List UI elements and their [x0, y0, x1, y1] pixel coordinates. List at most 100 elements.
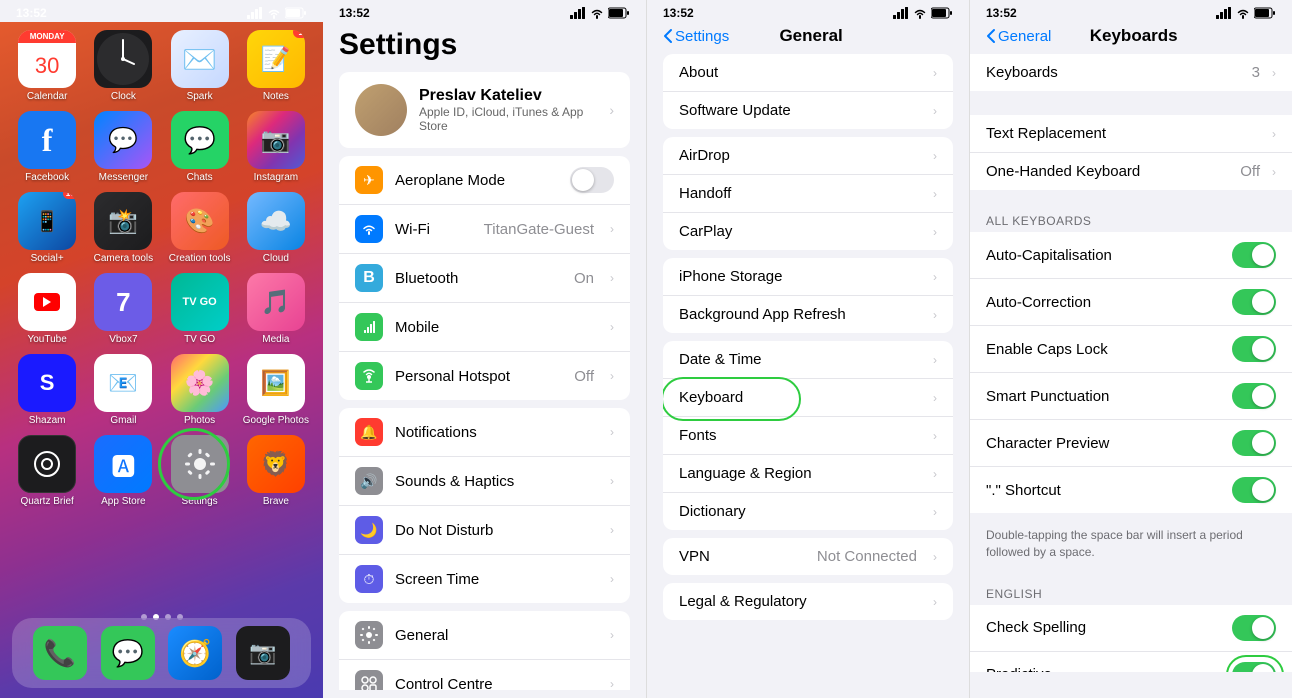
row-handoff[interactable]: Handoff › [663, 175, 953, 213]
row-general[interactable]: General › [339, 611, 630, 660]
app-gmail[interactable]: 📧 Gmail [88, 354, 158, 427]
app-youtube-label: YouTube [27, 334, 66, 346]
all-keyboards-header: ALL KEYBOARDS [970, 198, 1292, 232]
app-photos[interactable]: 🌸 Photos [165, 354, 235, 427]
app-youtube[interactable]: YouTube [12, 273, 82, 346]
aeroplane-toggle[interactable] [570, 167, 614, 193]
app-tvgo[interactable]: TV GO TV GO [165, 273, 235, 346]
dock-messages[interactable]: 💬 [101, 626, 155, 680]
dock-safari[interactable]: 🧭 [168, 626, 222, 680]
general-section-1: About › Software Update › [663, 54, 953, 129]
row-carplay[interactable]: CarPlay › [663, 213, 953, 250]
app-socialplus[interactable]: 📱 167 Social+ [12, 192, 82, 265]
row-smart-punct[interactable]: Smart Punctuation [970, 373, 1292, 420]
row-check-spelling[interactable]: Check Spelling [970, 605, 1292, 652]
row-bluetooth[interactable]: B Bluetooth On › [339, 254, 630, 303]
english-section: Check Spelling Predictive Slide to Type … [970, 605, 1292, 672]
keyboards-status-icons [1216, 7, 1276, 19]
wifi-icon-2 [590, 7, 604, 19]
app-clock[interactable]: Clock [88, 30, 158, 103]
period-shortcut-toggle[interactable] [1232, 477, 1276, 503]
row-aeroplane[interactable]: ✈ Aeroplane Mode [339, 156, 630, 205]
row-wifi-chevron: › [610, 222, 614, 236]
row-auto-cap[interactable]: Auto-Capitalisation [970, 232, 1292, 279]
keyboards-back-button[interactable]: General [986, 28, 1051, 45]
app-vbox7[interactable]: 7 Vbox7 [88, 273, 158, 346]
app-notes[interactable]: 📝 1 Notes [241, 30, 311, 103]
row-dnd[interactable]: 🌙 Do Not Disturb › [339, 506, 630, 555]
keyboard-label: Keyboard [679, 389, 921, 406]
row-iphone-storage[interactable]: iPhone Storage › [663, 258, 953, 296]
app-chats[interactable]: 💬 Chats [165, 111, 235, 184]
row-fonts[interactable]: Fonts › [663, 417, 953, 455]
app-shazam[interactable]: S Shazam [12, 354, 82, 427]
app-instagram-label: Instagram [254, 172, 298, 184]
char-preview-toggle[interactable] [1232, 430, 1276, 456]
iphone-storage-label: iPhone Storage [679, 268, 921, 285]
row-period-shortcut[interactable]: "." Shortcut [970, 467, 1292, 513]
row-sounds[interactable]: 🔊 Sounds & Haptics › [339, 457, 630, 506]
app-shazam-label: Shazam [29, 415, 66, 427]
settings-profile-row[interactable]: Preslav Kateliev Apple ID, iCloud, iTune… [339, 72, 630, 148]
row-keyboards-count[interactable]: Keyboards 3 › [970, 54, 1292, 91]
row-caps-lock[interactable]: Enable Caps Lock [970, 326, 1292, 373]
predictive-toggle[interactable] [1232, 662, 1276, 672]
row-char-preview[interactable]: Character Preview [970, 420, 1292, 467]
row-predictive[interactable]: Predictive [970, 652, 1292, 672]
row-software-update[interactable]: Software Update › [663, 92, 953, 129]
row-language-region[interactable]: Language & Region › [663, 455, 953, 493]
row-auto-correct[interactable]: Auto-Correction [970, 279, 1292, 326]
row-wifi-value: TitanGate-Guest [484, 221, 594, 238]
app-settings-home[interactable]: Settings [165, 435, 235, 508]
app-facebook[interactable]: f Facebook [12, 111, 82, 184]
settings-section-3: General › Control Centre › Display & Bri… [339, 611, 630, 690]
app-creation[interactable]: 🎨 Creation tools [165, 192, 235, 265]
general-back-button[interactable]: Settings [663, 28, 729, 45]
dock-camera[interactable]: 📷 [236, 626, 290, 680]
vpn-value: Not Connected [817, 548, 917, 565]
row-vpn[interactable]: VPN Not Connected › [663, 538, 953, 575]
app-cameratools-label: Camera tools [94, 253, 153, 265]
row-bluetooth-label: Bluetooth [395, 270, 562, 287]
app-calendar[interactable]: MONDAY 30 Calendar [12, 30, 82, 103]
app-messenger[interactable]: 💬 Messenger [88, 111, 158, 184]
hotspot-icon [355, 362, 383, 390]
row-airdrop[interactable]: AirDrop › [663, 137, 953, 175]
app-appstore[interactable]: 🅰 App Store [88, 435, 158, 508]
app-quartzbrief[interactable]: Quartz Brief [12, 435, 82, 508]
row-dictionary[interactable]: Dictionary › [663, 493, 953, 530]
one-handed-value: Off [1240, 163, 1260, 180]
app-brave[interactable]: 🦁 Brave [241, 435, 311, 508]
caps-lock-label: Enable Caps Lock [986, 341, 1224, 358]
app-cameratools[interactable]: 📸 Camera tools [88, 192, 158, 265]
row-mobile-chevron: › [610, 320, 614, 334]
app-instagram[interactable]: 📷 Instagram [241, 111, 311, 184]
row-screentime[interactable]: ⏱ Screen Time › [339, 555, 630, 603]
app-cloud[interactable]: ☁️ Cloud [241, 192, 311, 265]
row-background-refresh[interactable]: Background App Refresh › [663, 296, 953, 333]
auto-cap-toggle[interactable] [1232, 242, 1276, 268]
auto-correct-toggle[interactable] [1232, 289, 1276, 315]
row-dnd-chevron: › [610, 523, 614, 537]
row-text-replacement[interactable]: Text Replacement › [970, 115, 1292, 153]
app-gphotos[interactable]: 🖼️ Google Photos [241, 354, 311, 427]
app-media[interactable]: 🎵 Media [241, 273, 311, 346]
row-controlcentre[interactable]: Control Centre › [339, 660, 630, 690]
row-about[interactable]: About › [663, 54, 953, 92]
app-spark[interactable]: ✉️ Spark [165, 30, 235, 103]
row-notifications[interactable]: 🔔 Notifications › [339, 408, 630, 457]
caps-lock-toggle[interactable] [1232, 336, 1276, 362]
dock-phone[interactable]: 📞 [33, 626, 87, 680]
row-keyboard[interactable]: Keyboard › [663, 379, 953, 417]
row-date-time[interactable]: Date & Time › [663, 341, 953, 379]
row-mobile[interactable]: Mobile › [339, 303, 630, 352]
row-one-handed[interactable]: One-Handed Keyboard Off › [970, 153, 1292, 190]
row-legal[interactable]: Legal & Regulatory › [663, 583, 953, 620]
app-gphotos-label: Google Photos [243, 415, 309, 427]
row-wifi[interactable]: Wi-Fi TitanGate-Guest › [339, 205, 630, 254]
profile-avatar [355, 84, 407, 136]
row-hotspot[interactable]: Personal Hotspot Off › [339, 352, 630, 400]
smart-punct-toggle[interactable] [1232, 383, 1276, 409]
signal-icon-2 [570, 7, 586, 19]
check-spelling-toggle[interactable] [1232, 615, 1276, 641]
